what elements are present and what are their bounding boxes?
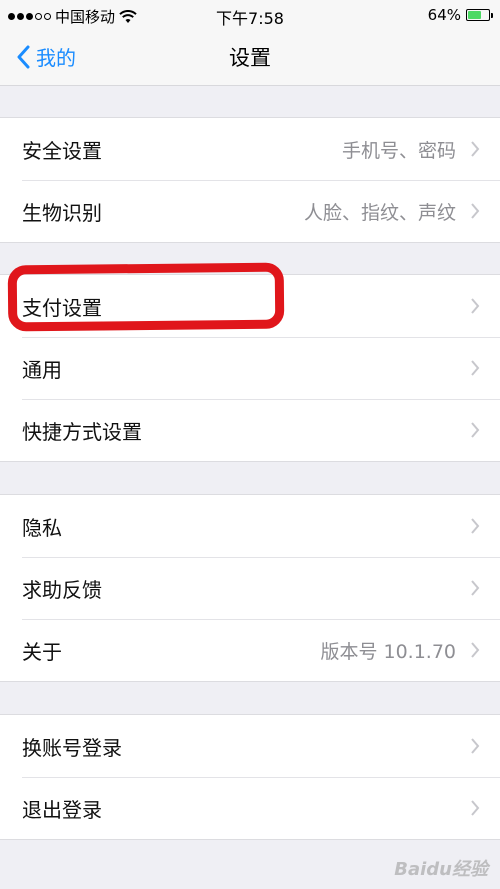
row-label: 求助反馈 <box>22 577 102 602</box>
status-right: 64% <box>427 6 493 24</box>
page-title: 设置 <box>229 46 271 70</box>
settings-row-logout[interactable]: 退出登录 <box>0 777 500 839</box>
settings-row-about[interactable]: 关于 版本号 10.1.70 <box>0 619 500 681</box>
row-label: 支付设置 <box>22 295 102 320</box>
navigation-bar: 我的 设置 <box>0 30 500 86</box>
row-value: 手机号、密码 <box>341 139 456 162</box>
row-label: 安全设置 <box>22 138 102 163</box>
chevron-right-icon <box>471 422 480 438</box>
status-time: 下午7:58 <box>216 9 284 28</box>
settings-row-general[interactable]: 通用 <box>0 337 500 399</box>
settings-row-security[interactable]: 安全设置 手机号、密码 <box>0 118 500 180</box>
chevron-right-icon <box>471 203 480 219</box>
watermark: Baidu经验 <box>394 859 488 880</box>
battery-icon <box>466 9 493 21</box>
chevron-right-icon <box>471 800 480 816</box>
settings-group-session: 换账号登录 退出登录 <box>0 714 500 840</box>
row-label: 换账号登录 <box>22 735 122 760</box>
settings-row-biometrics[interactable]: 生物识别 人脸、指纹、声纹 <box>0 180 500 242</box>
chevron-right-icon <box>471 518 480 534</box>
chevron-right-icon <box>471 642 480 658</box>
chevron-right-icon <box>471 298 480 314</box>
battery-fill <box>468 11 481 19</box>
chevron-right-icon <box>471 738 480 754</box>
settings-row-privacy[interactable]: 隐私 <box>0 495 500 557</box>
chevron-right-icon <box>471 580 480 596</box>
chevron-right-icon <box>471 360 480 376</box>
row-label: 通用 <box>22 357 62 382</box>
row-label: 隐私 <box>22 515 62 540</box>
row-label: 关于 <box>22 639 62 664</box>
settings-group-info: 隐私 求助反馈 关于 版本号 10.1.70 <box>0 494 500 682</box>
settings-group-general: 支付设置 通用 快捷方式设置 <box>0 274 500 462</box>
row-label: 快捷方式设置 <box>22 419 142 444</box>
settings-row-switch-account[interactable]: 换账号登录 <box>0 715 500 777</box>
row-value: 版本号 10.1.70 <box>320 640 456 663</box>
battery-percent: 64% <box>427 6 461 24</box>
settings-group-account: 安全设置 手机号、密码 生物识别 人脸、指纹、声纹 <box>0 117 500 243</box>
row-value: 人脸、指纹、声纹 <box>303 201 456 224</box>
status-bar: 中国移动 下午7:58 64% <box>0 0 500 30</box>
settings-row-shortcuts[interactable]: 快捷方式设置 <box>0 399 500 461</box>
settings-row-payment[interactable]: 支付设置 <box>0 275 500 337</box>
row-label: 生物识别 <box>22 200 102 225</box>
settings-row-feedback[interactable]: 求助反馈 <box>0 557 500 619</box>
row-label: 退出登录 <box>22 797 102 822</box>
chevron-right-icon <box>471 141 480 157</box>
